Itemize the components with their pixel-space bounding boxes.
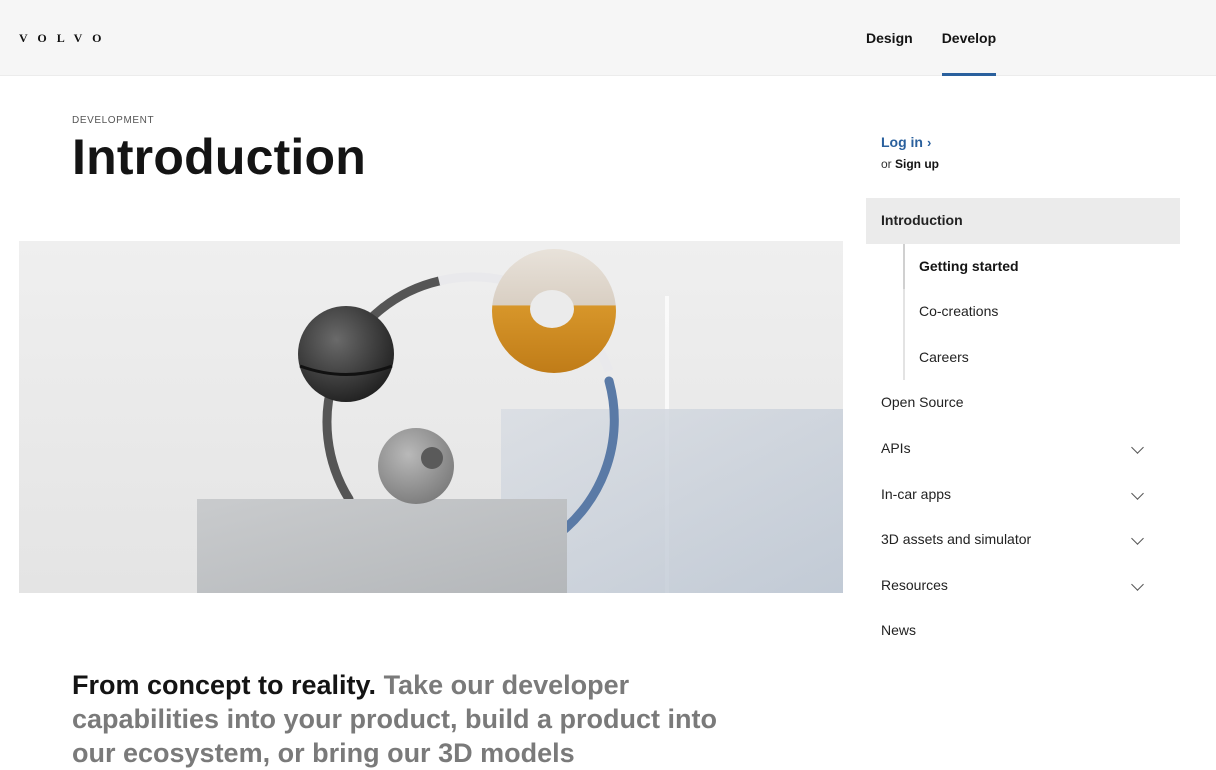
sidebar-item-label: Getting started [919, 257, 1019, 274]
sidebar-item-in-car-apps[interactable]: In-car apps [866, 472, 1180, 518]
chevron-down-icon[interactable] [1131, 441, 1144, 454]
sidebar-item-open-source[interactable]: Open Source [866, 380, 1180, 426]
signup-prefix: or [881, 157, 896, 171]
sidebar-item-apis[interactable]: APIs [866, 426, 1180, 472]
chevron-down-icon[interactable] [1131, 532, 1144, 546]
signup-row: or Sign up [881, 157, 939, 171]
side-nav: Introduction Getting started Co-creation… [866, 198, 1180, 654]
sidebar-item-label: News [881, 622, 917, 639]
sidebar-item-getting-started[interactable]: Getting started [866, 243, 1180, 290]
sidebar-item-3d-assets[interactable]: 3D assets and simulator [866, 517, 1180, 563]
sidebar-item-label: 3D assets and simulator [881, 531, 1032, 548]
chevron-right-icon: › [927, 135, 932, 150]
hero-image [19, 241, 843, 593]
breadcrumb: DEVELOPMENT [72, 115, 155, 126]
sidebar-item-introduction[interactable]: Introduction [866, 198, 1180, 244]
signup-link[interactable]: Sign up [895, 157, 939, 171]
sidebar-item-label: Open Source [881, 394, 964, 411]
sidebar-item-label: Careers [919, 348, 969, 365]
nav-develop[interactable]: Develop [941, 0, 997, 76]
hero-illustration [19, 241, 843, 593]
sidebar-item-co-creations[interactable]: Co-creations [866, 289, 1180, 335]
top-nav: Design Develop [866, 0, 997, 76]
sidebar-item-label: In-car apps [881, 485, 952, 502]
login-link[interactable]: Log in › [881, 134, 931, 150]
lead-paragraph: From concept to reality. Take our develo… [72, 668, 732, 770]
volvo-logo[interactable]: VOLVO [19, 31, 111, 46]
sidebar-item-label: APIs [881, 439, 911, 456]
top-bar: VOLVO Design Develop [0, 0, 1216, 76]
sidebar-item-news[interactable]: News [866, 608, 1180, 654]
sidebar-item-label: Co-creations [919, 303, 999, 320]
sidebar-item-label: Resources [881, 576, 948, 593]
login-label: Log in [881, 134, 923, 150]
sidebar-item-label: Introduction [881, 212, 963, 228]
chevron-down-icon[interactable] [1131, 486, 1144, 500]
page-title: Introduction [72, 129, 367, 185]
sidebar-item-careers[interactable]: Careers [866, 334, 1180, 381]
sidebar-item-resources[interactable]: Resources [866, 563, 1180, 609]
chevron-down-icon[interactable] [1131, 577, 1144, 591]
nav-design[interactable]: Design [866, 0, 913, 76]
lead-strong: From concept to reality. [72, 670, 377, 700]
